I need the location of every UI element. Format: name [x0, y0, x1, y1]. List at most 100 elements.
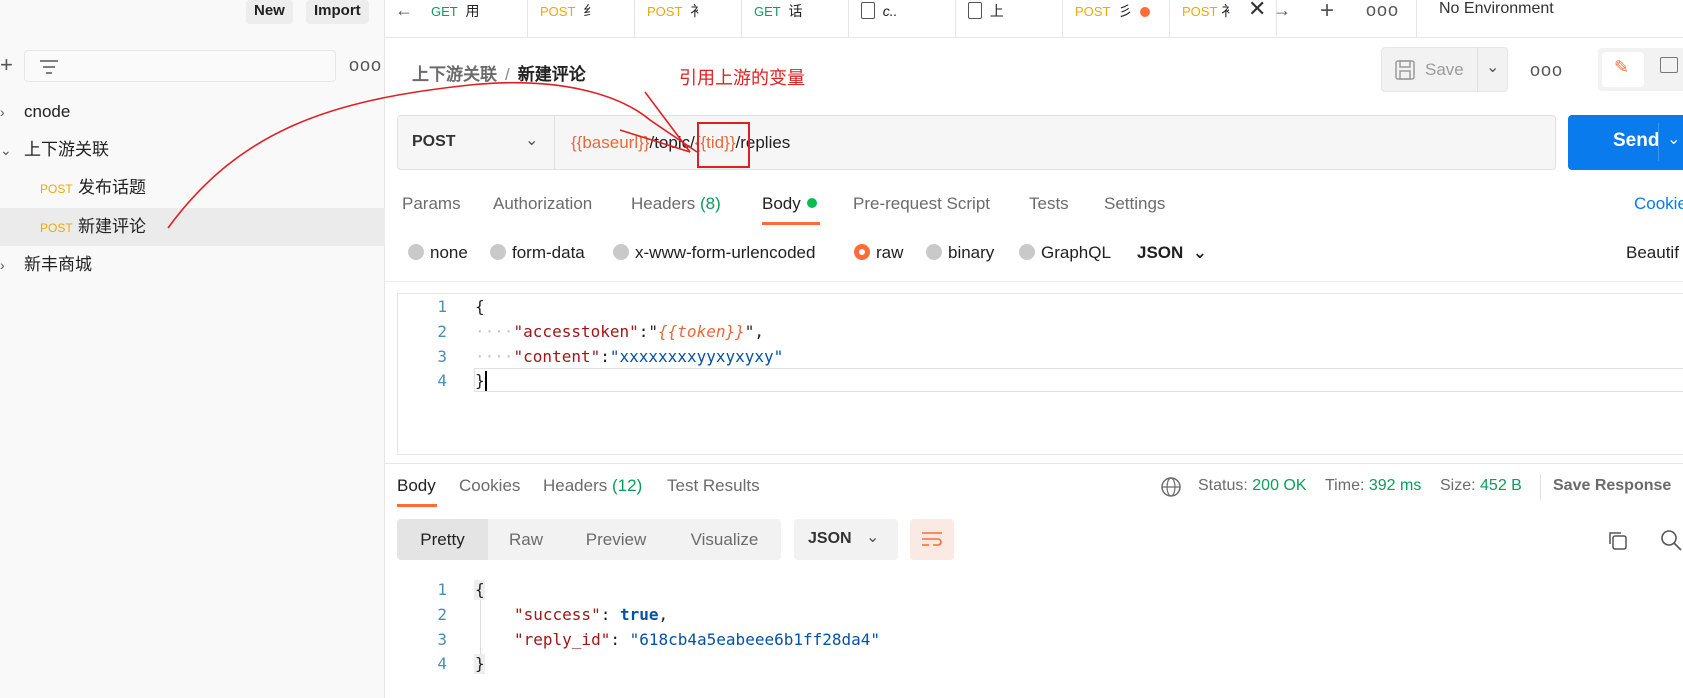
method-select[interactable]: POST ⌄: [397, 115, 555, 170]
sidebar-item-label: cnode: [24, 102, 71, 121]
chevron-down-icon[interactable]: ⌄: [1667, 129, 1680, 149]
radio-label: form-data: [512, 243, 585, 262]
request-tab[interactable]: POST 纟: [528, 0, 635, 37]
save-response-button[interactable]: Save Response: [1553, 477, 1671, 495]
tab-headers[interactable]: Headers (8): [631, 194, 721, 214]
annotation-highlight-box: [697, 122, 750, 168]
response-format-select[interactable]: JSON ⌄: [794, 519, 898, 560]
divider: [385, 281, 1683, 282]
tabs-more-icon[interactable]: ooo: [1366, 0, 1399, 21]
method-badge: GET: [431, 4, 458, 19]
edit-mode-button[interactable]: ✎: [1602, 52, 1644, 87]
code-brace: {: [475, 297, 485, 316]
radio-urlencoded[interactable]: x-www-form-urlencoded: [613, 243, 815, 263]
method-badge: POST: [40, 182, 73, 196]
response-tab-cookies[interactable]: Cookies: [459, 476, 520, 496]
line-number: 4: [437, 371, 447, 390]
divider: [385, 463, 1683, 464]
code-line: ····"accesstoken":"{{token}}",: [475, 322, 764, 341]
response-tab-body[interactable]: Body: [397, 476, 436, 496]
request-tab[interactable]: POST 彡: [1063, 0, 1170, 37]
method-badge: GET: [754, 4, 781, 19]
radio-graphql[interactable]: GraphQL: [1019, 243, 1111, 263]
radio-binary[interactable]: binary: [926, 243, 994, 263]
sidebar-item-cnode[interactable]: › cnode: [0, 93, 385, 131]
tab-label: Body: [762, 194, 801, 213]
search-icon[interactable]: [1660, 529, 1682, 551]
view-raw[interactable]: Raw: [488, 519, 564, 560]
view-visualize[interactable]: Visualize: [668, 519, 781, 560]
save-options-button[interactable]: ⌄: [1477, 47, 1509, 92]
size-indicator[interactable]: Size: 452 B: [1440, 477, 1522, 495]
request-tab[interactable]: POST 衤: [635, 0, 742, 37]
radio-none[interactable]: none: [408, 243, 468, 263]
json-key: "content": [513, 347, 601, 366]
radio-circle-icon: [926, 244, 942, 260]
radio-circle-icon: [408, 244, 424, 260]
request-more-icon[interactable]: ooo: [1530, 60, 1563, 81]
radio-raw[interactable]: raw: [854, 243, 903, 263]
send-button[interactable]: Send ⌄: [1568, 115, 1683, 170]
sidebar-item-new-comment[interactable]: POST 新建评论: [0, 208, 385, 246]
sidebar-item-publish-topic[interactable]: POST 发布话题: [0, 169, 385, 207]
view-preview[interactable]: Preview: [564, 519, 668, 560]
request-tab[interactable]: c..: [849, 0, 956, 37]
side-panel-toggle: ✎: [1598, 48, 1683, 91]
divider: [1658, 123, 1659, 161]
view-pretty[interactable]: Pretty: [397, 519, 488, 560]
active-tab-underline: [397, 504, 437, 507]
request-tab-active[interactable]: POST 衤 ✕: [1170, 0, 1277, 37]
add-icon[interactable]: +: [0, 52, 13, 78]
breadcrumb-parent[interactable]: 上下游关联: [412, 65, 497, 84]
chevron-down-icon: ⌄: [1486, 59, 1500, 76]
sidebar-more-icon[interactable]: ooo: [349, 55, 382, 76]
status-indicator[interactable]: Status: 200 OK: [1198, 477, 1307, 495]
tab-authorization[interactable]: Authorization: [493, 194, 592, 214]
back-arrow-icon[interactable]: ←: [395, 0, 413, 21]
pencil-icon: ✎: [1614, 57, 1630, 77]
radio-label: none: [430, 243, 468, 262]
chevron-down-icon: ⌄: [525, 132, 539, 149]
sidebar-item-xinfeng[interactable]: › 新丰商城: [0, 246, 385, 284]
json-boolean: true: [619, 605, 659, 624]
tab-params[interactable]: Params: [402, 194, 461, 214]
radio-selected-icon: [854, 244, 870, 260]
import-button[interactable]: Import: [306, 0, 369, 24]
new-button[interactable]: New: [246, 0, 293, 24]
sidebar-item-label: 发布话题: [78, 178, 146, 197]
new-tab-icon[interactable]: +: [1320, 0, 1334, 25]
body-format-select[interactable]: JSON ⌄: [1137, 243, 1207, 263]
filter-input[interactable]: [24, 50, 336, 82]
comment-icon[interactable]: [1660, 57, 1678, 73]
wrap-lines-button[interactable]: [910, 519, 954, 560]
response-tab-headers[interactable]: Headers (12): [543, 476, 642, 496]
environment-select[interactable]: No Environment: [1439, 0, 1554, 18]
radio-label: GraphQL: [1041, 243, 1111, 262]
url-variable: {{baseurl}}: [571, 133, 650, 152]
sidebar-item-upstream[interactable]: ⌄ 上下游关联: [0, 131, 385, 169]
time-indicator[interactable]: Time: 392 ms: [1325, 477, 1421, 495]
tab-settings[interactable]: Settings: [1104, 194, 1165, 214]
code-line: "reply_id": "618cb4a5eabeee6b1ff28da4": [514, 630, 881, 649]
request-tab[interactable]: 上: [956, 0, 1063, 37]
code-brace: }: [475, 654, 485, 673]
chevron-down-icon: ⌄: [1192, 243, 1207, 262]
close-icon[interactable]: ✕: [1248, 0, 1266, 20]
radio-form-data[interactable]: form-data: [490, 243, 585, 263]
globe-icon[interactable]: [1160, 476, 1182, 498]
copy-icon[interactable]: [1607, 530, 1629, 552]
forward-arrow-icon[interactable]: →: [1273, 0, 1291, 21]
request-tab[interactable]: GET 话: [742, 0, 849, 37]
tab-prerequest-script[interactable]: Pre-request Script: [853, 194, 990, 214]
response-tab-test-results[interactable]: Test Results: [667, 476, 760, 496]
radio-label: binary: [948, 243, 995, 262]
headers-count: (12): [612, 476, 643, 495]
request-tab[interactable]: GET 用: [421, 0, 528, 37]
divider: [1416, 0, 1417, 37]
tab-tests[interactable]: Tests: [1029, 194, 1069, 214]
tab-body[interactable]: Body: [762, 194, 817, 214]
tab-label: 上: [989, 3, 1004, 19]
method-badge: POST: [1075, 4, 1111, 19]
beautify-link[interactable]: Beautif: [1626, 243, 1679, 263]
cookies-link[interactable]: Cookie: [1634, 194, 1683, 214]
